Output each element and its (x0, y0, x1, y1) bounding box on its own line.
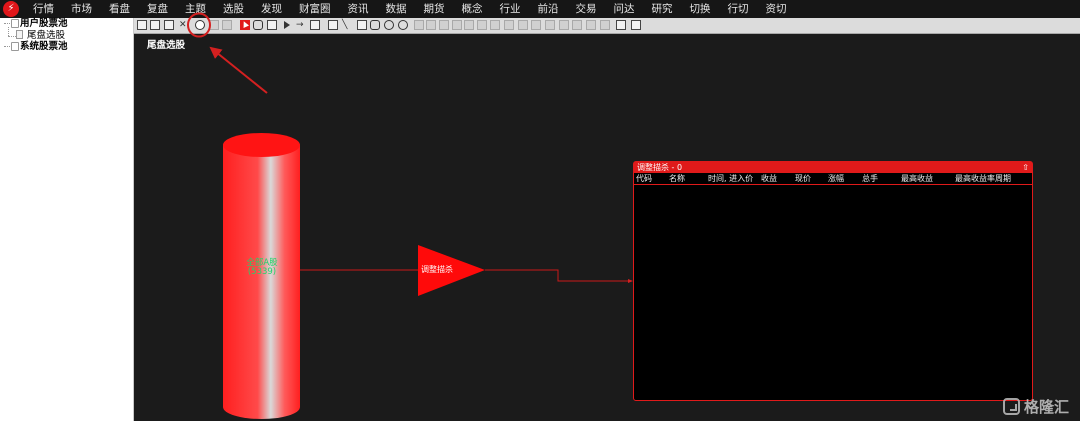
align-top-icon[interactable] (452, 20, 462, 30)
column-header-7[interactable]: 最高收益 (901, 173, 933, 184)
menu-bar: ⚡ 行情 市场 看盘 复盘 主题 选股 发现 财富圈 资讯 数据 期货 概念 行业 前沿 交易 问达 研究 切换行… (0, 0, 1080, 18)
group-icon[interactable] (586, 20, 596, 30)
file-icon (16, 30, 23, 39)
column-header-4[interactable]: 现价 (795, 173, 811, 184)
triangle-label: 调整描杀 (421, 265, 453, 274)
condition-icon[interactable] (310, 20, 320, 30)
menu-item-2[interactable]: 看盘 (100, 0, 138, 18)
watermark-logo-icon (1003, 398, 1020, 415)
logo-icon[interactable]: ⚡ (2, 0, 20, 18)
size-width-icon[interactable] (518, 20, 528, 30)
column-header-6[interactable]: 总手 (862, 173, 878, 184)
play-icon[interactable] (282, 20, 292, 30)
align-left-icon[interactable] (414, 20, 424, 30)
open-folder-icon[interactable] (150, 20, 160, 30)
result-panel[interactable]: 调整描杀 - 0 ⇧ 代码 名称 时间, 进入价 收益 现价 涨幅 总手 最高收益 最高收益率周… (633, 161, 1033, 401)
column-header-0[interactable]: 代码 (636, 173, 652, 184)
tree-group-system-pool[interactable]: 系统股票池 (20, 41, 68, 52)
align-middle-icon[interactable] (464, 20, 474, 30)
dist-h-icon[interactable] (490, 20, 500, 30)
menu-item-16[interactable]: 研究 (643, 0, 681, 18)
watermark: 格隆汇 (1003, 396, 1069, 417)
menu-item-0[interactable]: 行情 (20, 0, 62, 18)
toolbar: ✕ → ╲ (134, 18, 1080, 34)
dist-v-icon[interactable] (504, 20, 514, 30)
column-header-2[interactable]: 时间, 进入价 (708, 173, 753, 184)
menu-item-15[interactable]: 问达 (605, 0, 643, 18)
annotation-arrow (209, 46, 268, 94)
ellipse-icon[interactable] (384, 20, 394, 30)
menu-item-19[interactable]: 资切 (757, 0, 795, 18)
align-bottom-icon[interactable] (477, 20, 487, 30)
menu-item-18[interactable]: 行切 (719, 0, 757, 18)
tree-item-tail-pick[interactable]: 尾盘选股 (27, 30, 65, 41)
circle-icon[interactable] (398, 20, 408, 30)
pointer-icon[interactable] (240, 20, 250, 30)
size-height-icon[interactable] (531, 20, 541, 30)
column-header-3[interactable]: 收益 (761, 173, 777, 184)
menu-item-11[interactable]: 概念 (453, 0, 491, 18)
document-icon[interactable] (267, 20, 277, 30)
save-icon[interactable] (164, 20, 174, 30)
menu-item-1[interactable]: 市场 (62, 0, 100, 18)
cylinder-count: (5339) (247, 267, 277, 277)
rounded-square-icon[interactable] (370, 20, 380, 30)
connector-line-2 (485, 269, 632, 282)
send-back-icon[interactable] (572, 20, 582, 30)
bring-front-icon[interactable] (559, 20, 569, 30)
size-both-icon[interactable] (545, 20, 555, 30)
up-arrow-icon[interactable]: ⇧ (1022, 162, 1029, 173)
annotation-circle (187, 12, 211, 38)
menu-item-17[interactable]: 切换 (681, 0, 719, 18)
menu-item-13[interactable]: 前沿 (529, 0, 567, 18)
align-center-icon[interactable] (426, 20, 436, 30)
arrow-right-icon[interactable]: → (296, 20, 306, 30)
stock-pool-sidebar: 用户股票池 尾盘选股 系统股票池 (0, 18, 134, 421)
filter-icon[interactable] (328, 20, 338, 30)
panel-title: 调整描杀 - 0 (637, 163, 683, 172)
column-header-1[interactable]: 名称 (669, 173, 685, 184)
panel-title-bar[interactable]: 调整描杀 - 0 (634, 162, 1032, 173)
menu-item-5[interactable]: 选股 (214, 0, 252, 18)
lock-icon[interactable] (616, 20, 626, 30)
menu-item-6[interactable]: 发现 (252, 0, 290, 18)
ungroup-icon[interactable] (600, 20, 610, 30)
menu-item-10[interactable]: 期货 (415, 0, 453, 18)
disabled-icon-2[interactable] (222, 20, 232, 30)
menu-items: 行情 市场 看盘 复盘 主题 选股 发现 财富圈 资讯 数据 期货 概念 行业 前沿 交易 问达 研究 切换 行切资… (20, 0, 795, 18)
menu-item-7[interactable]: 财富圈 (290, 0, 339, 18)
menu-item-12[interactable]: 行业 (491, 0, 529, 18)
tree-group-user-pool[interactable]: 用户股票池 (20, 18, 68, 29)
menu-item-3[interactable]: 复盘 (138, 0, 176, 18)
menu-item-9[interactable]: 数据 (377, 0, 415, 18)
menu-item-8[interactable]: 资讯 (339, 0, 377, 18)
panel-column-header: 代码 名称 时间, 进入价 收益 现价 涨幅 总手 最高收益 最高收益率周期 (634, 173, 1032, 185)
new-file-icon[interactable] (137, 20, 147, 30)
column-header-8[interactable]: 最高收益率周期 (955, 173, 1011, 184)
rect-icon[interactable] (357, 20, 367, 30)
watermark-text: 格隆汇 (1024, 398, 1070, 416)
menu-item-14[interactable]: 交易 (567, 0, 605, 18)
align-right-icon[interactable] (439, 20, 449, 30)
column-header-5[interactable]: 涨幅 (828, 173, 844, 184)
strategy-canvas[interactable]: 尾盘选股 全部A股 (5339) 调整描杀 调整描杀 - 0 ⇧ 代码 名称 时… (134, 34, 1080, 421)
line-icon[interactable]: ╲ (342, 20, 352, 30)
grid-icon[interactable] (631, 20, 641, 30)
rounded-rect-icon[interactable] (253, 20, 263, 30)
